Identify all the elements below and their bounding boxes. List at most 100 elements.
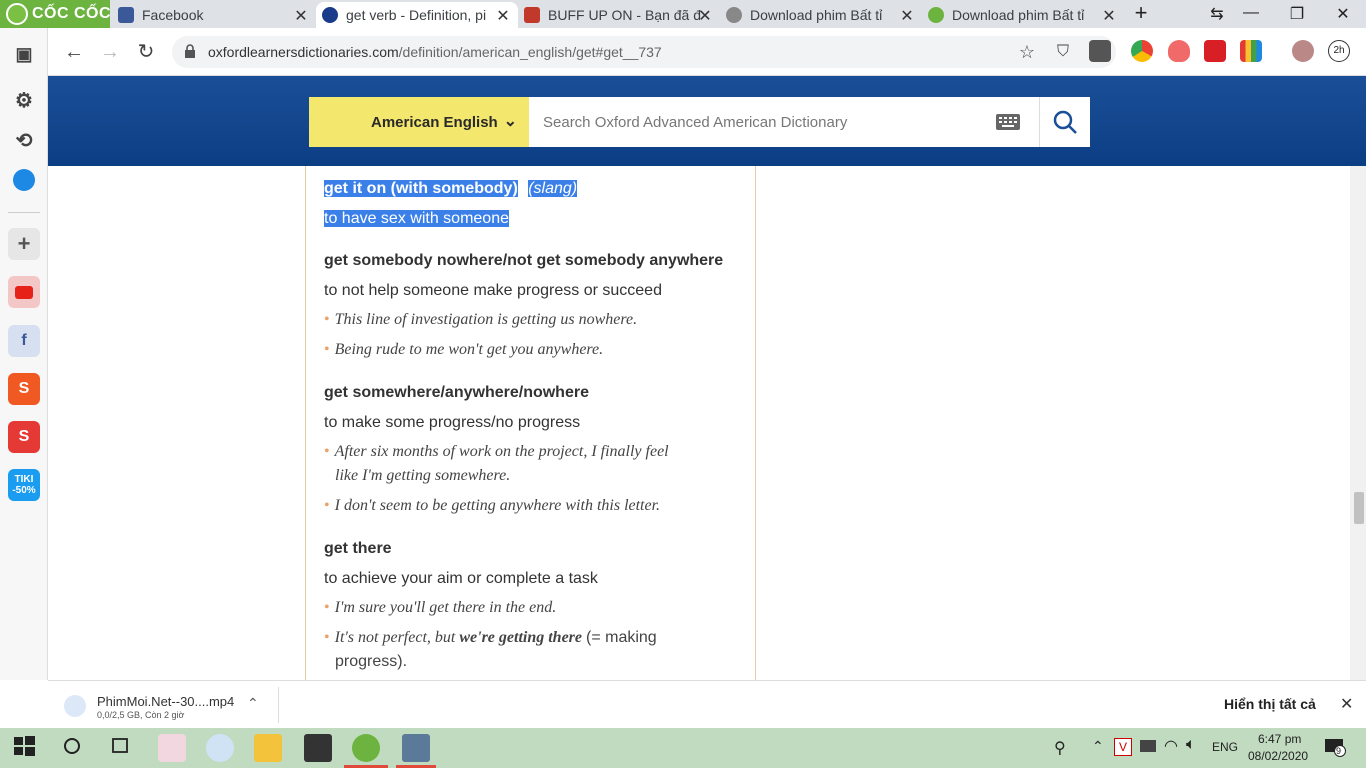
browser-toolbar: ← → ↻ oxfordlearnersdictionaries.com/def… [0,28,1366,76]
shield-icon[interactable]: ⛉ [1049,38,1077,66]
scrollbar-thumb[interactable] [1354,492,1364,524]
chrome-ext-icon[interactable] [1131,40,1153,62]
lock-icon [185,44,195,58]
youtube-icon[interactable] [8,276,40,308]
close-icon[interactable]: ✕ [898,6,916,26]
keyboard-icon[interactable] [995,112,1021,132]
register-label: (slang) [528,180,578,197]
reload-button[interactable]: ↻ [132,38,160,66]
forward-button[interactable]: → [96,38,124,66]
sidebar-toggle-icon[interactable]: ▣ [8,38,40,70]
idiom-definition: to have sex with someone [324,210,509,227]
history-icon[interactable]: ⟲ [8,124,40,156]
chevron-down-icon: ⌄ [503,113,517,130]
close-window-button[interactable]: ✕ [1328,4,1358,24]
idiom-definition: to make some progress/no progress [324,414,581,431]
download-bar: PhimMoi.Net--30....mp4 0,0/2,5 GB, Còn 2… [48,680,1366,728]
volume-icon[interactable]: 🔈︎ [1186,736,1196,754]
colorful-extension-icon[interactable] [1240,40,1262,62]
site-icon [928,7,944,23]
app-icon[interactable] [206,734,234,762]
download-status: 0,0/2,5 GB, Còn 2 giờ [97,710,185,720]
idiom-heading[interactable]: get there [324,540,392,558]
coccoc-logo[interactable]: CỐC CỐC [6,2,111,26]
new-tab-button[interactable]: + [1126,0,1156,26]
app-icon[interactable] [402,734,430,762]
chevron-up-icon[interactable]: ⌃ [247,695,259,712]
search-icon [1053,110,1077,134]
add-icon[interactable]: + [8,228,40,260]
profile-badge[interactable]: 2h [1328,40,1350,62]
windows-taskbar: ⚲ ⌃ V ◠ 🔈︎ ENG 6:47 pm 08/02/2020 9 [0,728,1366,768]
tab-list-icon[interactable]: ⇆ [1202,4,1232,24]
file-explorer-icon[interactable] [254,734,282,762]
app-icon[interactable] [304,734,332,762]
close-icon[interactable]: ✕ [1100,6,1118,26]
tab-download-1[interactable]: Download phim Bất tỉ ✕ [720,2,922,28]
sendo-icon[interactable]: S [8,421,40,453]
app-icon[interactable] [158,734,186,762]
oxford-header: American English ⌄ Search Oxford Advance… [48,76,1366,166]
example-sentence: • Being rude to me won't get you anywhere… [324,341,604,358]
notification-icon[interactable]: 9 [1324,737,1346,757]
task-view-icon[interactable] [108,734,136,762]
tab-strip: CỐC CỐC Facebook ✕ get verb - Definition… [0,0,1366,28]
clock-date[interactable]: 08/02/2020 [1248,749,1308,763]
shopee-icon[interactable]: S [8,373,40,405]
vertical-scrollbar[interactable] [1350,166,1366,680]
search-button[interactable] [1039,97,1090,147]
idiom-heading[interactable]: get somewhere/anywhere/nowhere [324,384,589,402]
entry-content: get it on (with somebody) (slang) to hav… [305,166,756,680]
people-icon[interactable]: ⚲ [1054,738,1066,758]
divider [8,212,40,213]
clock-time[interactable]: 6:47 pm [1258,732,1301,746]
back-button[interactable]: ← [60,38,88,66]
close-icon[interactable]: ✕ [494,6,512,26]
url-text: oxfordlearnersdictionaries.com/definitio… [208,44,662,60]
notification-count: 9 [1336,746,1342,756]
example-sentence: • It's not perfect, but we're getting the… [324,629,657,670]
idiom-heading[interactable]: get somebody nowhere/not get somebody an… [324,252,723,270]
minimize-button[interactable]: — [1236,4,1266,22]
tab-facebook[interactable]: Facebook ✕ [112,2,316,28]
cambridge-icon [524,7,540,23]
tab-cambridge[interactable]: BUFF UP ON - Bạn đã đ ✕ [518,2,720,28]
coccoc-icon [6,3,28,25]
extension-icon[interactable] [1204,40,1226,62]
tab-oxford[interactable]: get verb - Definition, pi ✕ [316,2,518,28]
divider [278,687,279,723]
video-file-icon [64,695,86,717]
close-icon[interactable]: ✕ [1340,694,1353,714]
battery-icon[interactable] [1140,740,1156,752]
dictionary-selector[interactable]: American English ⌄ [309,97,529,147]
example-sentence: • I'm sure you'll get there in the end. [324,599,557,616]
close-icon[interactable]: ✕ [292,6,310,26]
coccoc-icon[interactable] [352,734,380,762]
search-input[interactable]: Search Oxford Advanced American Dictiona… [529,97,1039,147]
restore-button[interactable]: ❐ [1282,4,1312,24]
facebook-icon[interactable]: f [8,325,40,357]
gear-icon[interactable]: ⚙ [8,84,40,116]
address-bar[interactable]: oxfordlearnersdictionaries.com/definitio… [172,36,1116,68]
browser-sidebar: ▣ ⚙ ⟲ + f S S TIKI -50% [0,28,48,680]
windows-start-icon[interactable] [12,734,40,762]
messenger-icon[interactable] [8,164,40,196]
avatar[interactable] [1292,40,1314,62]
oxford-icon [322,7,338,23]
chevron-up-icon[interactable]: ⌃ [1092,738,1104,755]
tab-download-2[interactable]: Download phim Bất tỉ ✕ [922,2,1124,28]
wifi-icon[interactable]: ◠ [1164,736,1178,756]
language-indicator[interactable]: ENG [1212,740,1238,754]
show-all-button[interactable]: Hiển thị tất cả [1224,696,1316,712]
download-filename[interactable]: PhimMoi.Net--30....mp4 [97,694,234,709]
search-icon[interactable] [60,734,88,762]
close-icon[interactable]: ✕ [696,6,714,26]
adblock-icon[interactable] [1168,40,1190,62]
idiom-definition: to not help someone make progress or suc… [324,282,662,299]
vietkey-icon[interactable]: V [1114,738,1132,756]
idiom-heading[interactable]: get it on (with somebody) (slang) [324,180,578,198]
example-sentence: • After six months of work on the project… [324,443,669,484]
star-icon[interactable]: ☆ [1013,38,1041,66]
tiki-icon[interactable]: TIKI -50% [8,469,40,501]
download-icon[interactable] [1089,40,1111,62]
